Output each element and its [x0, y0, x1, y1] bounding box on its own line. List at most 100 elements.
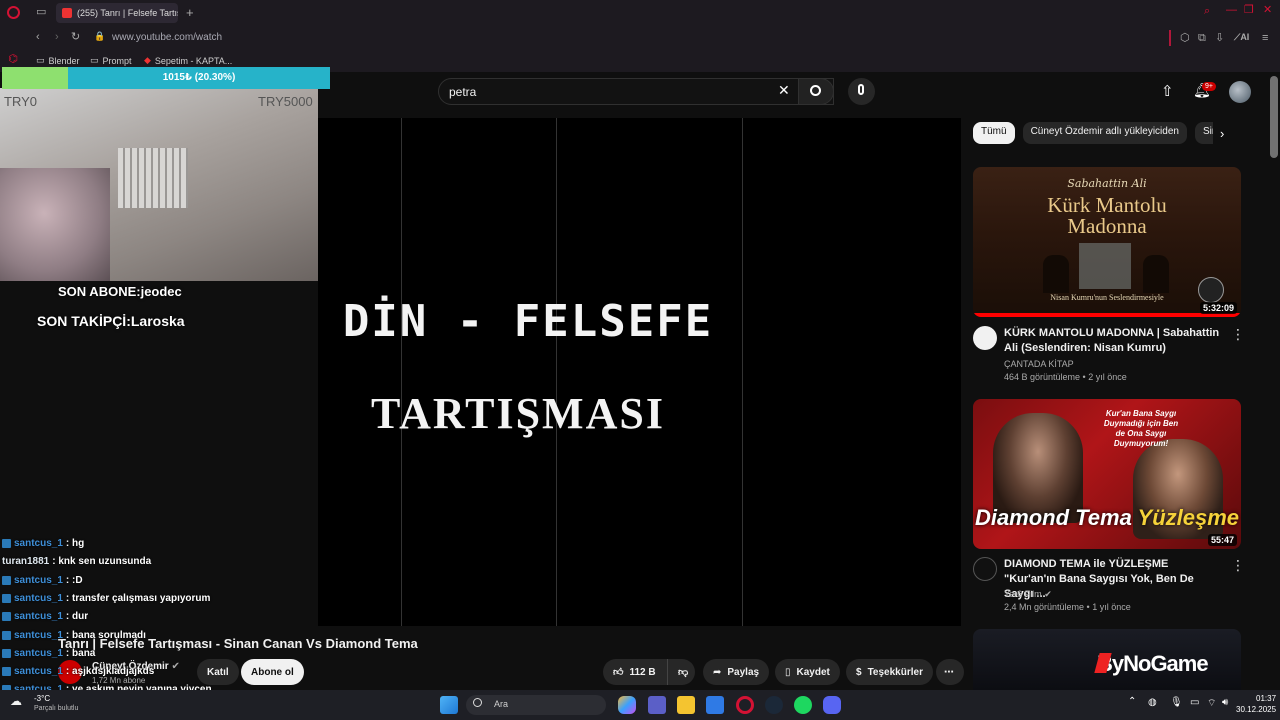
- bookmark-blender[interactable]: ▭ Blender: [36, 55, 80, 66]
- opera-gx-icon[interactable]: [736, 696, 754, 714]
- active-tab[interactable]: (255) Tanrı | Felsefe Tartış: [56, 3, 178, 23]
- chat-message: santcus_1: :D: [2, 575, 83, 586]
- film-scratch-line: [742, 118, 743, 626]
- thumb-window: [1079, 243, 1131, 289]
- film-scratch-line: [556, 118, 557, 626]
- share-button[interactable]: ➦ Paylaş: [703, 659, 770, 685]
- channel-avatar[interactable]: [973, 557, 997, 581]
- weather-temp[interactable]: -3°C: [34, 694, 50, 703]
- search-button[interactable]: [798, 78, 834, 105]
- snapshot-icon[interactable]: ⧉: [1198, 33, 1206, 44]
- chip-all[interactable]: Tümü: [973, 122, 1015, 144]
- minimize-button[interactable]: —: [1226, 5, 1237, 16]
- chip-sinan[interactable]: Sinan: [1194, 122, 1213, 144]
- steam-icon[interactable]: [765, 696, 783, 714]
- channel-avatar[interactable]: [973, 326, 997, 350]
- forward-button[interactable]: ›: [55, 32, 59, 43]
- voice-search-button[interactable]: [848, 78, 875, 105]
- close-window-button[interactable]: ✕: [1263, 5, 1272, 16]
- wifi-icon[interactable]: ⌔: [1207, 697, 1216, 710]
- chevron-right-icon[interactable]: ›: [1220, 126, 1224, 141]
- taskbar-clock[interactable]: 01:37 30.12.2025: [1236, 693, 1276, 715]
- aria-ai-button[interactable]: ⟋AI: [1234, 33, 1249, 42]
- account-avatar[interactable]: [1229, 81, 1251, 103]
- chat-badge-icon: [2, 667, 11, 677]
- folder-icon: ▭: [36, 55, 45, 65]
- chat-username: santcus_1: [14, 592, 63, 604]
- goal-min-label: TRY0: [4, 94, 37, 109]
- new-tab-button[interactable]: +: [186, 6, 194, 19]
- search-input[interactable]: petra: [438, 78, 834, 105]
- like-button[interactable]: 👍︎ 112 B: [603, 659, 667, 685]
- chat-badge-icon: [2, 648, 11, 658]
- menu-icon[interactable]: ≡: [1262, 33, 1268, 44]
- chat-username: turan1881: [2, 556, 50, 568]
- chat-badge-icon: [2, 539, 11, 548]
- recommendation-title[interactable]: KÜRK MANTOLU MADONNA | Sabahattin Ali (S…: [1004, 326, 1220, 356]
- recommendation-thumbnail[interactable]: Kur'an Bana Saygı Duymadığı için Ben de …: [973, 399, 1241, 549]
- thanks-button[interactable]: $ Teşekkürler: [846, 659, 933, 685]
- recommendation-thumbnail[interactable]: ByNoGame: [973, 629, 1241, 690]
- video-duration: 5:32:09: [1199, 302, 1237, 314]
- file-explorer-icon[interactable]: [677, 696, 695, 714]
- spotify-icon[interactable]: [794, 696, 812, 714]
- video-overlay-subtitle: TARTIŞMASI: [371, 389, 665, 438]
- recommendation-channel[interactable]: ÇANTADA KİTAP: [1004, 359, 1074, 369]
- volume-icon[interactable]: 🔊︎: [1222, 697, 1228, 708]
- start-button[interactable]: [440, 696, 458, 714]
- upload-icon[interactable]: ⇧: [1161, 82, 1174, 100]
- more-actions-button[interactable]: ⋯: [936, 659, 964, 685]
- tray-chevron-icon[interactable]: ⌃: [1128, 696, 1136, 707]
- bookmark-prompt[interactable]: ▭ Prompt: [90, 55, 132, 66]
- join-button[interactable]: Katıl: [197, 659, 239, 685]
- windows-taskbar: [0, 690, 1280, 720]
- search-icon: [810, 85, 821, 96]
- messenger-icon[interactable]: ⌬: [6, 52, 20, 66]
- display-icon[interactable]: ▭: [1190, 697, 1199, 708]
- bookmark-sepetim[interactable]: ◆ Sepetim - KAPTA...: [144, 55, 232, 66]
- teams-icon[interactable]: [648, 696, 666, 714]
- page-scrollbar[interactable]: [1270, 76, 1278, 158]
- opera-logo-icon[interactable]: [7, 6, 20, 19]
- network-icon[interactable]: ◍: [1148, 697, 1157, 708]
- webcam-person: [0, 168, 110, 281]
- video-player[interactable]: DİN - FELSEFE TARTIŞMASI: [318, 118, 961, 626]
- weather-icon[interactable]: ☁: [10, 694, 22, 708]
- back-button[interactable]: ‹: [36, 32, 40, 43]
- webcam-feed: [0, 88, 318, 281]
- webcam-radiator: [118, 148, 188, 208]
- download-icon[interactable]: ⇩: [1215, 33, 1224, 44]
- tab-islands-icon[interactable]: ▭: [36, 7, 46, 18]
- video-overlay-title: DİN - FELSEFE: [342, 296, 714, 347]
- chat-message: santcus_1: hg: [2, 538, 84, 549]
- search-tabs-icon[interactable]: ⌕: [1204, 6, 1210, 17]
- folder-icon: ▭: [90, 55, 99, 65]
- weather-desc: Parçalı bulutlu: [34, 705, 79, 712]
- recommendation-channel[interactable]: Yer6 Film ✔: [1004, 589, 1052, 600]
- recommendation-thumbnail[interactable]: Sabahattin Ali Kürk Mantolu Madonna Nisa…: [973, 167, 1241, 317]
- clear-search-icon[interactable]: ✕: [778, 82, 790, 99]
- search-icon: [473, 698, 482, 707]
- save-button[interactable]: ▯ Kaydet: [775, 659, 840, 685]
- address-bar[interactable]: www.youtube.com/watch: [112, 32, 222, 43]
- recommendation-meta: 2,4 Mn görüntüleme • 1 yıl önce: [1004, 602, 1131, 612]
- discord-icon[interactable]: [823, 696, 841, 714]
- mic-tray-icon[interactable]: 🎙︎: [1170, 697, 1183, 708]
- dislike-button[interactable]: 👎︎: [667, 659, 695, 685]
- last-follower: SON TAKİPÇİ:Laroska: [37, 313, 185, 329]
- thumb-brand: ByNoGame: [1097, 651, 1209, 676]
- reload-button[interactable]: ↻: [71, 32, 80, 43]
- subscribe-button[interactable]: Abone ol: [241, 659, 304, 685]
- todo-icon[interactable]: [706, 696, 724, 714]
- chip-uploader[interactable]: Cüneyt Özdemir adlı yükleyiciden: [1022, 122, 1187, 144]
- lock-icon: 🔒: [94, 31, 106, 41]
- bookmark-favicon-icon: ◆: [144, 55, 151, 65]
- verified-icon: ✔: [171, 661, 180, 672]
- more-options-icon[interactable]: ⋮: [1231, 326, 1245, 343]
- taskbar-search[interactable]: Ara: [466, 695, 606, 715]
- chat-text: : aşjkdsjkladjajkds: [65, 666, 155, 678]
- maximize-button[interactable]: ❐: [1244, 5, 1254, 16]
- more-options-icon[interactable]: ⋮: [1231, 557, 1245, 574]
- copilot-icon[interactable]: [618, 696, 636, 714]
- extensions-icon[interactable]: ⬡: [1180, 33, 1190, 44]
